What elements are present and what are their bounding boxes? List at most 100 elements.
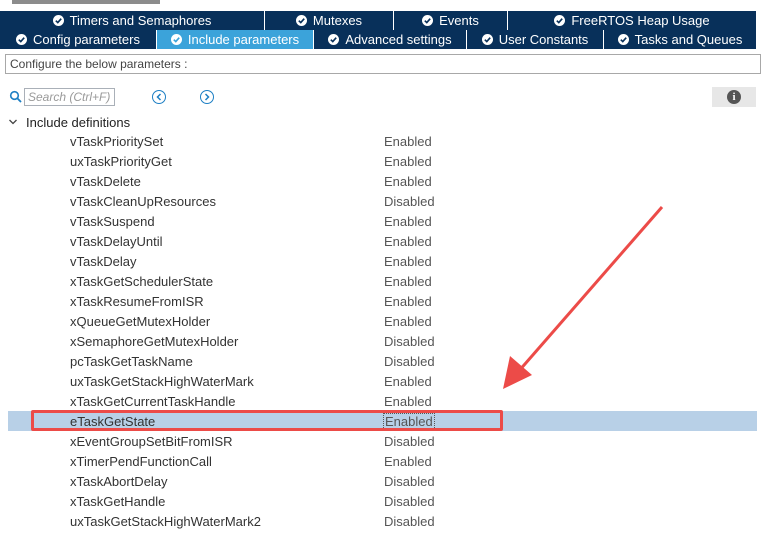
parameter-value[interactable]: Enabled: [384, 134, 432, 149]
tab-timers-and-semaphores[interactable]: Timers and Semaphores: [0, 11, 265, 30]
parameter-value[interactable]: Enabled: [384, 274, 432, 289]
group-label: Include definitions: [26, 114, 131, 130]
parameter-name: xSemaphoreGetMutexHolder: [70, 334, 239, 349]
parameter-row[interactable]: vTaskDelete Enabled: [8, 171, 757, 191]
parameter-row[interactable]: uxTaskPriorityGet Enabled: [8, 151, 757, 171]
tab-include-parameters[interactable]: Include parameters: [157, 30, 314, 49]
tab-config-parameters[interactable]: Config parameters: [0, 30, 157, 49]
parameter-row[interactable]: xTaskGetHandle Disabled: [8, 491, 757, 511]
parameter-value[interactable]: Disabled: [384, 194, 435, 209]
parameter-row[interactable]: xTaskGetCurrentTaskHandle Enabled: [8, 391, 757, 411]
parameter-name: pcTaskGetTaskName: [70, 354, 193, 369]
parameter-value[interactable]: Disabled: [384, 494, 435, 509]
parameter-name: vTaskSuspend: [70, 214, 155, 229]
tab-label: Mutexes: [312, 13, 363, 28]
parameter-name: xTaskGetSchedulerState: [70, 274, 214, 289]
tab-tasks-and-queues[interactable]: Tasks and Queues: [604, 30, 757, 49]
parameter-row[interactable]: xTaskGetSchedulerState Enabled: [8, 271, 757, 291]
parameter-value[interactable]: Disabled: [384, 434, 435, 449]
search-area: [9, 87, 23, 107]
parameter-row[interactable]: xEventGroupSetBitFromISR Disabled: [8, 431, 757, 451]
parameter-row[interactable]: pcTaskGetTaskName Disabled: [8, 351, 757, 371]
parameter-value[interactable]: Disabled: [384, 514, 435, 529]
parameter-row[interactable]: uxTaskGetStackHighWaterMark2 Disabled: [8, 511, 757, 531]
top-strip: [0, 0, 766, 10]
check-circle-icon: [52, 15, 64, 26]
parameter-row[interactable]: vTaskPrioritySet Enabled: [8, 131, 757, 151]
parameter-name: xTimerPendFunctionCall: [70, 454, 212, 469]
tab-label: Tasks and Queues: [634, 32, 743, 47]
parameter-value[interactable]: Enabled: [384, 394, 432, 409]
search-input[interactable]: [24, 88, 115, 106]
description-text: Configure the below parameters :: [5, 54, 761, 74]
parameter-row[interactable]: xQueueGetMutexHolder Enabled: [8, 311, 757, 331]
check-circle-icon: [422, 15, 434, 26]
info-button[interactable]: i: [712, 87, 756, 107]
parameter-row[interactable]: vTaskDelayUntil Enabled: [8, 231, 757, 251]
chevron-down-icon: [9, 119, 17, 125]
tab-advanced-settings[interactable]: Advanced settings: [314, 30, 467, 49]
parameter-row[interactable]: vTaskSuspend Enabled: [8, 211, 757, 231]
parameter-row[interactable]: xTaskResumeFromISR Enabled: [8, 291, 757, 311]
parameter-value[interactable]: Disabled: [384, 334, 435, 349]
parameter-name: vTaskCleanUpResources: [70, 194, 216, 209]
parameter-row[interactable]: vTaskCleanUpResources Disabled: [8, 191, 757, 211]
parameter-row[interactable]: xTaskAbortDelay Disabled: [8, 471, 757, 491]
tab-label: User Constants: [498, 32, 589, 47]
chevron-left-icon: [156, 93, 162, 101]
parameter-value[interactable]: Enabled: [384, 314, 432, 329]
parameter-row[interactable]: xTimerPendFunctionCall Enabled: [8, 451, 757, 471]
search-next-button[interactable]: [200, 90, 214, 104]
check-circle-icon: [16, 34, 28, 45]
parameter-name: uxTaskGetStackHighWaterMark2: [70, 514, 261, 529]
tab-label: Events: [439, 13, 479, 28]
parameter-name: uxTaskPriorityGet: [70, 154, 172, 169]
search-previous-button[interactable]: [152, 90, 166, 104]
tab-label: Config parameters: [33, 32, 140, 47]
window-title-bar: [12, 0, 160, 4]
parameter-value[interactable]: Enabled: [384, 374, 432, 389]
tab-freertos-heap-usage[interactable]: FreeRTOS Heap Usage: [508, 11, 757, 30]
check-circle-icon: [328, 34, 340, 45]
parameter-name: xQueueGetMutexHolder: [70, 314, 211, 329]
info-icon: i: [727, 90, 741, 104]
parameter-value[interactable]: Enabled: [384, 214, 432, 229]
tab-label: Timers and Semaphores: [69, 13, 212, 28]
parameter-row-selected[interactable]: eTaskGetState Enabled: [8, 411, 757, 431]
tab-mutexes[interactable]: Mutexes: [265, 11, 394, 30]
parameter-value[interactable]: Disabled: [384, 474, 435, 489]
parameter-value[interactable]: Enabled: [384, 174, 432, 189]
parameter-name: eTaskGetState: [70, 414, 156, 429]
parameter-value[interactable]: Enabled: [384, 254, 432, 269]
parameter-value[interactable]: Disabled: [384, 354, 435, 369]
parameter-row[interactable]: vTaskDelay Enabled: [8, 251, 757, 271]
tab-events[interactable]: Events: [394, 11, 508, 30]
parameter-value[interactable]: Enabled: [384, 454, 432, 469]
parameter-name: vTaskPrioritySet: [70, 134, 164, 149]
parameter-name: xTaskGetHandle: [70, 494, 166, 509]
parameter-name: xTaskResumeFromISR: [70, 294, 204, 309]
parameter-name: uxTaskGetStackHighWaterMark: [70, 374, 254, 389]
parameter-value[interactable]: Enabled: [383, 413, 435, 430]
tab-user-constants[interactable]: User Constants: [467, 30, 604, 49]
parameter-value[interactable]: Enabled: [384, 154, 432, 169]
parameter-name: xTaskGetCurrentTaskHandle: [70, 394, 236, 409]
parameter-name: xEventGroupSetBitFromISR: [70, 434, 233, 449]
parameter-row[interactable]: xSemaphoreGetMutexHolder Disabled: [8, 331, 757, 351]
parameter-name: vTaskDelay: [70, 254, 137, 269]
parameter-name: vTaskDelayUntil: [70, 234, 163, 249]
check-circle-icon: [554, 15, 566, 26]
parameter-name: xTaskAbortDelay: [70, 474, 168, 489]
check-circle-icon: [170, 34, 182, 45]
parameter-value[interactable]: Enabled: [384, 294, 432, 309]
parameter-value[interactable]: Enabled: [384, 234, 432, 249]
tab-label: Include parameters: [187, 32, 300, 47]
check-circle-icon: [295, 15, 307, 26]
parameter-row[interactable]: uxTaskGetStackHighWaterMark Enabled: [8, 371, 757, 391]
check-circle-icon: [481, 34, 493, 45]
check-circle-icon: [617, 34, 629, 45]
group-include-definitions[interactable]: Include definitions: [8, 113, 130, 131]
chevron-right-icon: [204, 93, 210, 101]
parameter-name: vTaskDelete: [70, 174, 141, 189]
tab-label: FreeRTOS Heap Usage: [571, 13, 710, 28]
